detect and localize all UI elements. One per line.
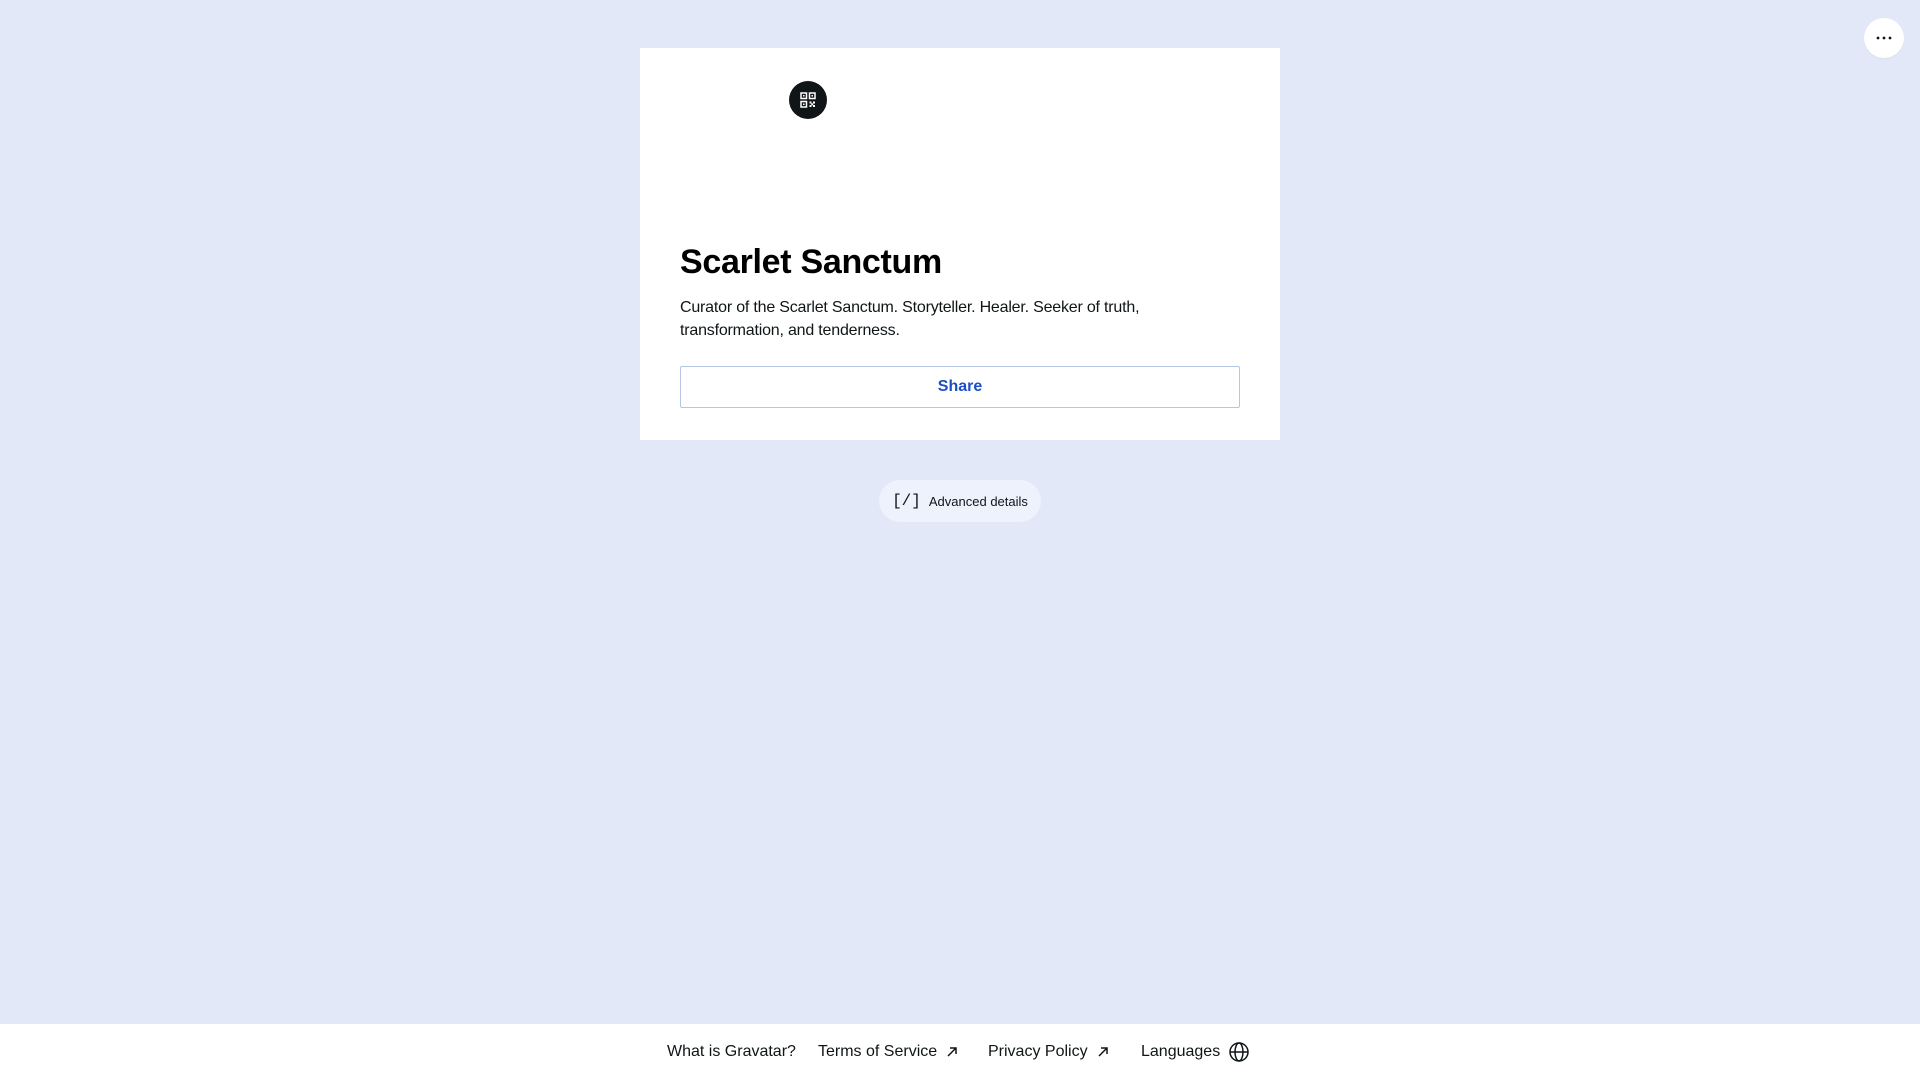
- privacy-policy-link[interactable]: Privacy Policy: [988, 1024, 1110, 1080]
- share-button[interactable]: Share: [680, 366, 1240, 408]
- qr-code-button[interactable]: [789, 81, 827, 119]
- what-is-gravatar-link[interactable]: What is Gravatar?: [667, 1024, 796, 1080]
- what-is-gravatar-label: What is Gravatar?: [667, 1043, 796, 1060]
- footer: What is Gravatar? Terms of Service Priva…: [0, 1024, 1920, 1080]
- terms-of-service-label: Terms of Service: [818, 1043, 938, 1060]
- globe-icon: [1228, 1041, 1250, 1063]
- arrow-up-right-icon: [945, 1045, 959, 1059]
- languages-button[interactable]: Languages: [1141, 1024, 1250, 1080]
- profile-card: Scarlet Sanctum Curator of the Scarlet S…: [640, 48, 1280, 440]
- languages-label: Languages: [1141, 1043, 1221, 1060]
- profile-bio: Curator of the Scarlet Sanctum. Storytel…: [680, 299, 1140, 339]
- more-options-button[interactable]: [1864, 18, 1904, 58]
- advanced-details-button[interactable]: [/] Advanced details: [879, 480, 1041, 522]
- arrow-up-right-icon: [1096, 1045, 1110, 1059]
- profile-display-name: Scarlet Sanctum: [680, 243, 942, 281]
- privacy-policy-label: Privacy Policy: [988, 1043, 1088, 1060]
- advanced-details-label: Advanced details: [928, 493, 1028, 509]
- code-brackets-icon: [/]: [892, 492, 921, 510]
- terms-of-service-link[interactable]: Terms of Service: [818, 1024, 959, 1080]
- qr-code-icon: [800, 92, 816, 108]
- more-horizontal-icon: [1876, 36, 1892, 40]
